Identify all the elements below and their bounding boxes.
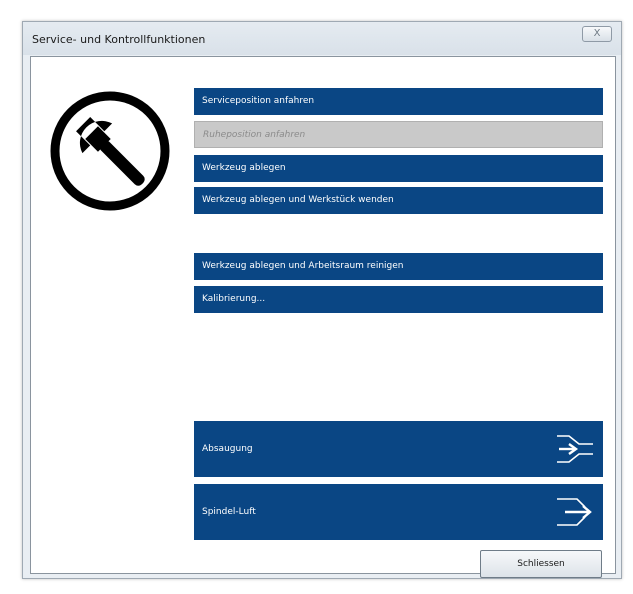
ruheposition-button[interactable]: Ruheposition anfahren bbox=[194, 121, 603, 148]
werkzeug-ablegen-button[interactable]: Werkzeug ablegen bbox=[194, 155, 603, 182]
dialog-content: Serviceposition anfahren Ruheposition an… bbox=[30, 56, 616, 578]
arbeitsraum-reinigen-button[interactable]: Werkzeug ablegen und Arbeitsraum reinige… bbox=[194, 253, 603, 280]
kalibrierung-button[interactable]: Kalibrierung... bbox=[194, 286, 603, 313]
spindel-luft-label: Spindel-Luft bbox=[202, 507, 256, 517]
serviceposition-button[interactable]: Serviceposition anfahren bbox=[194, 88, 603, 115]
absaugung-button[interactable]: Absaugung bbox=[194, 421, 603, 477]
wrench-icon bbox=[50, 91, 170, 211]
window-close-button[interactable]: X bbox=[582, 26, 612, 42]
window-title: Service- und Kontrollfunktionen bbox=[32, 33, 206, 46]
title-bar[interactable]: Service- und Kontrollfunktionen X bbox=[23, 22, 621, 55]
schliessen-label: Schliessen bbox=[517, 559, 565, 569]
serviceposition-label: Serviceposition anfahren bbox=[202, 96, 315, 106]
ruheposition-label: Ruheposition anfahren bbox=[203, 130, 306, 140]
werkzeug-ablegen-label: Werkzeug ablegen bbox=[202, 163, 286, 173]
arbeitsraum-reinigen-label: Werkzeug ablegen und Arbeitsraum reinige… bbox=[202, 261, 404, 271]
suction-arrow-icon bbox=[557, 435, 593, 463]
spindel-luft-button[interactable]: Spindel-Luft bbox=[194, 484, 603, 540]
service-dialog-window: Service- und Kontrollfunktionen X Servic… bbox=[22, 21, 622, 579]
schliessen-button[interactable]: Schliessen bbox=[480, 550, 602, 578]
werkstueck-wenden-button[interactable]: Werkzeug ablegen und Werkstück wenden bbox=[194, 187, 603, 214]
kalibrierung-label: Kalibrierung... bbox=[202, 294, 266, 304]
absaugung-label: Absaugung bbox=[202, 444, 253, 454]
air-arrow-icon bbox=[557, 498, 592, 526]
close-icon: X bbox=[593, 28, 601, 39]
werkstueck-wenden-label: Werkzeug ablegen und Werkstück wenden bbox=[202, 195, 394, 205]
